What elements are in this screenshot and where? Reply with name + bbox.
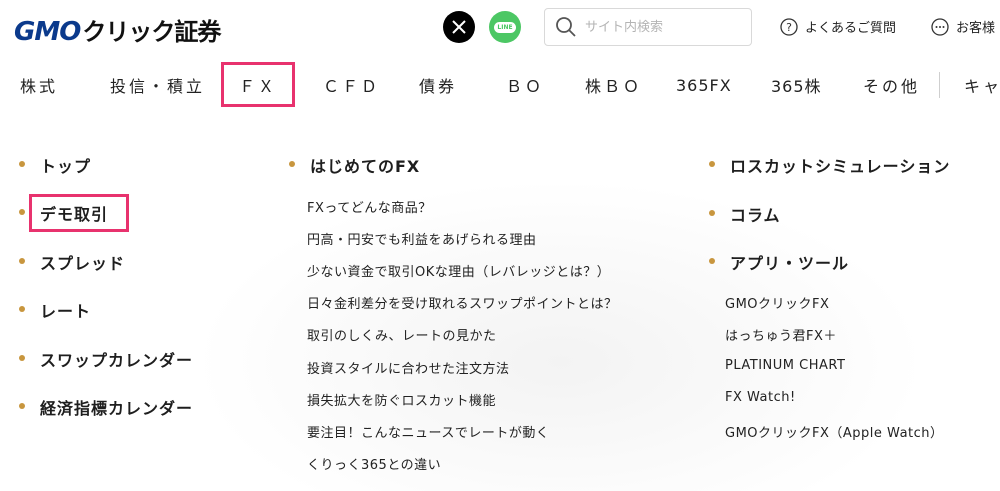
bullet-dot [709, 258, 715, 264]
x-logo-icon[interactable] [443, 11, 475, 43]
menu-fx-top[interactable]: トップ [40, 153, 91, 177]
nav-bonds[interactable]: 債券 [419, 64, 457, 106]
main-nav: 株式 投信・積立 ＦＸ ＣＦＤ 債券 ＢＯ 株ＢＯ 365FX 365株 その他… [0, 62, 1000, 107]
menu-app-link[interactable]: はっちゅう君FX＋ [725, 325, 837, 344]
logo-jp-text: クリック証券 [82, 18, 221, 46]
menu-spread[interactable]: スプレッド [40, 250, 125, 274]
bullet-dot [19, 161, 25, 167]
nav-365stock[interactable]: 365株 [771, 64, 822, 106]
menu-sublink[interactable]: 取引のしくみ、レートの見かた [307, 325, 497, 344]
gmo-click-logo[interactable]: GMO クリック証券 [14, 12, 221, 47]
menu-sublink[interactable]: 少ない資金で取引OKな理由（レバレッジとは？） [307, 261, 610, 280]
fx-mega-menu: トップ デモ取引 スプレッド レート スワップカレンダー 経済指標カレンダー は… [0, 112, 1000, 491]
menu-sublink[interactable]: 円高・円安でも利益をあげられる理由 [307, 229, 537, 248]
nav-bo[interactable]: ＢＯ [506, 64, 544, 106]
menu-sublink[interactable]: くりっく365との違い [307, 454, 441, 473]
site-search[interactable] [544, 8, 752, 46]
nav-365fx[interactable]: 365FX [676, 64, 732, 106]
chat-icon [931, 17, 949, 36]
bullet-dot [709, 210, 715, 216]
menu-fx-beginner[interactable]: はじめてのFX [310, 153, 420, 177]
menu-demo-trade[interactable]: デモ取引 [40, 201, 108, 225]
menu-app-link[interactable]: PLATINUM CHART [725, 358, 845, 373]
bullet-dot [19, 306, 25, 312]
bullet-dot [19, 355, 25, 361]
menu-sublink[interactable]: 投資スタイルに合わせた注文方法 [307, 358, 510, 377]
bullet-dot [289, 161, 295, 167]
svg-text:?: ? [786, 21, 792, 34]
menu-sublink[interactable]: 損失拡大を防ぐロスカット機能 [307, 390, 496, 409]
nav-fx[interactable]: ＦＸ [221, 62, 295, 107]
bullet-dot [709, 161, 715, 167]
bullet-dot [19, 209, 25, 215]
menu-swap-calendar[interactable]: スワップカレンダー [40, 347, 193, 371]
bullet-dot [19, 258, 25, 264]
menu-economic-calendar[interactable]: 経済指標カレンダー [40, 395, 193, 419]
help-icon: ? [780, 17, 798, 36]
logo-gmo-text: GMO [14, 17, 81, 47]
support-label: お客様 [956, 21, 996, 36]
support-link[interactable]: お客様 [931, 17, 995, 36]
nav-divider [939, 72, 940, 98]
menu-losscut-sim[interactable]: ロスカットシミュレーション [730, 153, 950, 177]
nav-stock-bo[interactable]: 株ＢＯ [585, 64, 642, 106]
nav-funds[interactable]: 投信・積立 [110, 64, 205, 106]
nav-others[interactable]: その他 [863, 64, 920, 106]
nav-stocks[interactable]: 株式 [20, 64, 58, 106]
menu-sublink[interactable]: 日々金利差分を受け取れるスワップポイントとは？ [307, 293, 618, 312]
menu-sublink[interactable]: 要注目！こんなニュースでレートが動く [307, 422, 549, 441]
search-icon [556, 17, 576, 37]
site-header: GMO クリック証券 LINE ? よくあるご質問 お客様 [0, 0, 1000, 58]
menu-sublink[interactable]: FXってどんな商品？ [307, 197, 432, 216]
nav-cfd[interactable]: ＣＦＤ [323, 64, 380, 106]
nav-campaign[interactable]: キャ [964, 64, 1000, 106]
line-logo-icon[interactable]: LINE [489, 11, 521, 43]
menu-rate[interactable]: レート [40, 298, 91, 322]
menu-app-link[interactable]: GMOクリックFX [725, 293, 829, 312]
menu-app-link[interactable]: FX Watch! [725, 390, 796, 405]
menu-column[interactable]: コラム [730, 202, 781, 226]
menu-app-link[interactable]: GMOクリックFX（Apple Watch） [725, 422, 944, 441]
faq-link[interactable]: ? よくあるご質問 [780, 17, 896, 36]
search-input[interactable] [583, 18, 737, 36]
menu-apps-tools[interactable]: アプリ・ツール [730, 250, 849, 274]
faq-label: よくあるご質問 [805, 21, 897, 36]
bullet-dot [19, 403, 25, 409]
